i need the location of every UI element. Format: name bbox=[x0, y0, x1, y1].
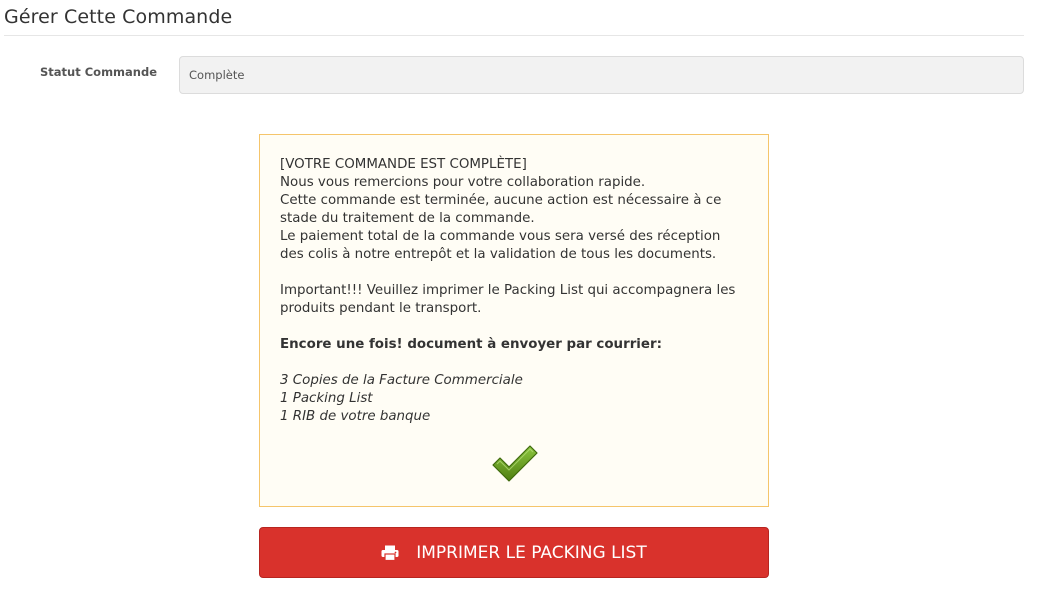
status-label: Statut Commande bbox=[40, 65, 158, 79]
status-field[interactable]: Complète bbox=[179, 56, 1024, 94]
notice-emphasis: Encore une fois! document à envoyer par … bbox=[280, 337, 662, 352]
document-item: 1 RIB de votre banque bbox=[280, 409, 431, 424]
document-item: 1 Packing List bbox=[280, 391, 373, 406]
notice-important: Important!!! Veuillez imprimer le Packin… bbox=[280, 283, 736, 316]
document-item: 3 Copies de la Facture Commerciale bbox=[280, 373, 523, 388]
title-divider bbox=[4, 35, 1024, 36]
page-title: Gérer Cette Commande bbox=[4, 6, 233, 28]
document-list: 3 Copies de la Facture Commerciale 1 Pac… bbox=[280, 372, 748, 426]
printer-icon bbox=[381, 545, 399, 561]
checkmark-icon bbox=[491, 443, 539, 483]
order-complete-notice: [VOTRE COMMANDE EST COMPLÈTE] Nous vous … bbox=[259, 134, 769, 507]
print-button-label: IMPRIMER LE PACKING LIST bbox=[416, 542, 647, 563]
notice-payment: Le paiement total de la commande vous se… bbox=[280, 229, 721, 262]
print-packing-list-button[interactable]: IMPRIMER LE PACKING LIST bbox=[259, 527, 769, 578]
notice-header: [VOTRE COMMANDE EST COMPLÈTE] bbox=[280, 157, 527, 172]
notice-no-action: Cette commande est terminée, aucune acti… bbox=[280, 193, 722, 226]
notice-thanks: Nous vous remercions pour votre collabor… bbox=[280, 175, 646, 190]
